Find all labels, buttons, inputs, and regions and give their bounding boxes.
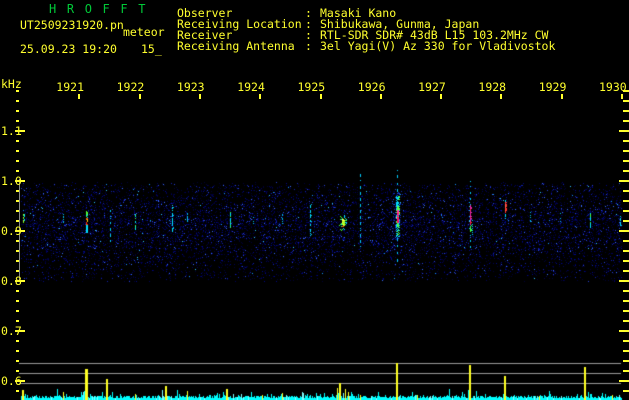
freq-minor-tick-right [623, 90, 629, 92]
freq-minor-tick-left [16, 260, 19, 262]
time-tick-label: 1929 [538, 80, 567, 94]
freq-minor-tick-right [623, 190, 629, 192]
freq-minor-tick-right [623, 360, 629, 362]
time-tick-label: 1928 [478, 80, 507, 94]
freq-minor-tick-right [623, 200, 629, 202]
freq-minor-tick-right [623, 210, 629, 212]
freq-minor-tick-right [623, 390, 629, 392]
info-value-antenna: 3el Yagi(V) Az 330 for Vladivostok [320, 39, 556, 53]
freq-minor-tick-right [623, 100, 629, 102]
freq-major-tick-left [15, 380, 25, 382]
time-tick-label: 1922 [116, 80, 145, 94]
freq-major-tick-left [15, 130, 25, 132]
freq-minor-tick-right [623, 290, 629, 292]
freq-minor-tick-left [16, 90, 19, 92]
freq-minor-tick-left [16, 360, 19, 362]
freq-minor-tick-left [16, 310, 19, 312]
time-tick [560, 94, 563, 99]
freq-minor-tick-right [623, 300, 629, 302]
freq-minor-tick-left [16, 210, 19, 212]
freq-major-tick-right [619, 330, 629, 332]
info-colon-antenna: : [305, 39, 312, 53]
freq-minor-tick-right [623, 250, 629, 252]
freq-minor-tick-right [623, 160, 629, 162]
freq-minor-tick-left [16, 190, 19, 192]
note-label: meteor [123, 25, 165, 39]
app-title: H R O F F T [49, 2, 148, 16]
time-tick-label: 1921 [56, 80, 84, 94]
freq-major-tick-right [619, 130, 629, 132]
freq-minor-tick-left [16, 300, 19, 302]
time-tick-label: 1925 [297, 80, 326, 94]
freq-minor-tick-left [16, 240, 19, 242]
freq-minor-tick-left [16, 120, 19, 122]
freq-major-tick-right [619, 230, 629, 232]
freq-major-tick-left [15, 230, 25, 232]
time-tick-label: 1926 [357, 80, 386, 94]
filename-label: UT2509231920.pn [20, 18, 124, 32]
freq-minor-tick-right [623, 310, 629, 312]
freq-major-tick-left [15, 180, 25, 182]
freq-minor-tick-left [16, 160, 19, 162]
freq-minor-tick-right [623, 220, 629, 222]
info-label-antenna: Receiving Antenna [177, 39, 295, 53]
time-tick [440, 94, 443, 99]
freq-minor-tick-left [16, 200, 19, 202]
freq-minor-tick-right [623, 170, 629, 172]
freq-minor-tick-right [623, 120, 629, 122]
freq-major-tick-right [619, 380, 629, 382]
hrofft-window: H R O F F T UT2509231920.pn meteor 25.09… [0, 0, 629, 400]
freq-minor-tick-left [16, 270, 19, 272]
time-tick [621, 94, 623, 99]
freq-major-tick-right [619, 180, 629, 182]
freq-minor-tick-left [16, 250, 19, 252]
time-tick-label: 1923 [176, 80, 205, 94]
freq-minor-tick-left [16, 350, 19, 352]
freq-minor-tick-right [623, 110, 629, 112]
freq-minor-tick-left [16, 290, 19, 292]
time-tick-label: 1924 [237, 80, 265, 94]
seconds-counter: 15_ [141, 42, 162, 56]
freq-major-tick-right [619, 280, 629, 282]
freq-minor-tick-right [623, 320, 629, 322]
datetime-label: 25.09.23 19:20 [20, 42, 117, 56]
freq-major-tick-left [15, 330, 25, 332]
freq-minor-tick-right [623, 140, 629, 142]
time-tick [78, 94, 81, 99]
freq-minor-tick-left [16, 140, 19, 142]
spectrogram-canvas [0, 0, 629, 400]
freq-minor-tick-right [623, 370, 629, 372]
freq-minor-tick-left [16, 340, 19, 342]
freq-minor-tick-right [623, 270, 629, 272]
khz-unit-label: kHz [1, 77, 22, 91]
freq-major-tick-left [15, 280, 25, 282]
freq-minor-tick-left [16, 170, 19, 172]
time-tick [198, 94, 201, 99]
freq-minor-tick-left [16, 320, 19, 322]
freq-minor-tick-right [623, 350, 629, 352]
freq-minor-tick-right [623, 340, 629, 342]
freq-minor-tick-left [16, 150, 19, 152]
time-tick [138, 94, 141, 99]
freq-minor-tick-left [16, 100, 19, 102]
time-tick [379, 94, 382, 99]
freq-minor-tick-left [16, 110, 19, 112]
freq-minor-tick-right [623, 260, 629, 262]
time-tick-label: 1927 [418, 80, 446, 94]
freq-minor-tick-left [16, 220, 19, 222]
time-tick [319, 94, 322, 99]
freq-minor-tick-right [623, 150, 629, 152]
freq-minor-tick-left [16, 370, 19, 372]
time-tick [259, 94, 262, 99]
freq-minor-tick-right [623, 240, 629, 242]
freq-minor-tick-left [16, 390, 19, 392]
time-tick [500, 94, 503, 99]
